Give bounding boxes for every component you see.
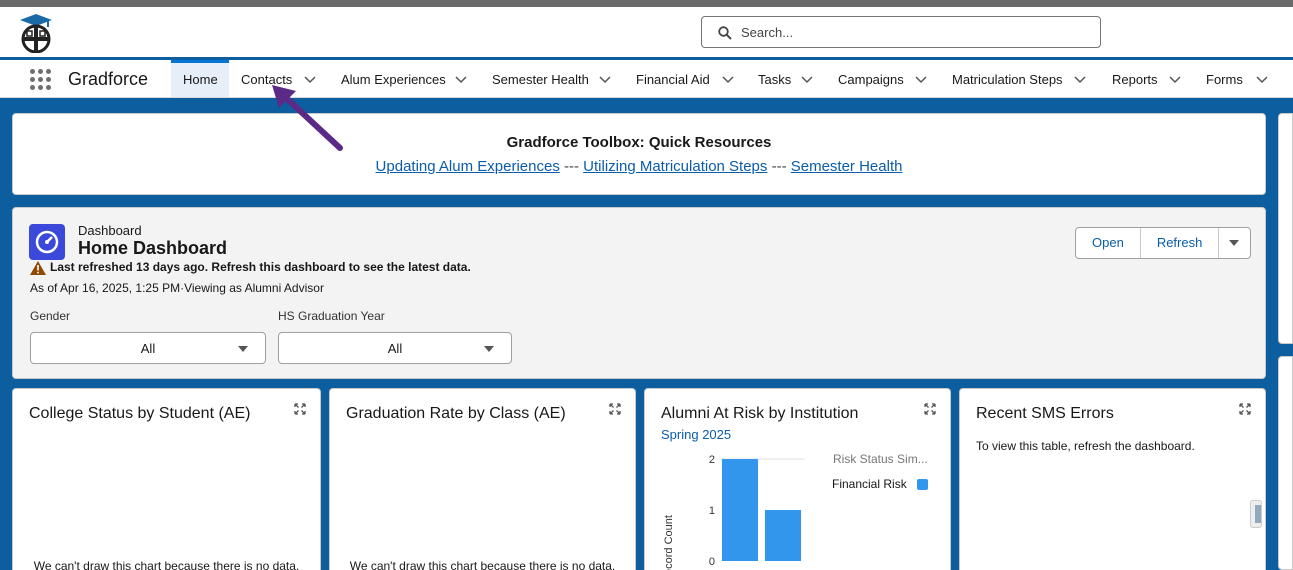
tab-forms[interactable]: Forms — [1206, 60, 1286, 97]
dropdown-triangle-icon — [1229, 240, 1240, 246]
global-search[interactable]: Search... — [701, 16, 1101, 48]
no-data-message: We can't draw this chart because there i… — [33, 559, 300, 570]
tab-label: Home — [183, 72, 218, 87]
expand-icon[interactable] — [294, 403, 306, 415]
gradforce-logo-icon[interactable] — [18, 13, 54, 54]
as-of-text: As of Apr 16, 2025, 1:25 PM·Viewing as A… — [30, 281, 324, 295]
tab-label: Semester Health — [492, 72, 589, 87]
tab-label: Tasks — [758, 72, 792, 87]
y-tick-label: 2 — [709, 454, 715, 466]
app-name: Gradforce — [68, 69, 149, 89]
open-button[interactable]: Open — [1076, 228, 1141, 258]
widget-title: Recent SMS Errors — [976, 405, 1114, 422]
tab-campaigns[interactable]: Campaigns — [838, 60, 933, 97]
panel-collapse-handle[interactable] — [1250, 500, 1262, 528]
more-actions-button[interactable] — [1219, 228, 1250, 258]
toolbox-title: Gradforce Toolbox: Quick Resources — [506, 134, 772, 151]
link-separator: --- — [767, 158, 791, 175]
tab-label: Campaigns — [838, 72, 904, 87]
dashboard-actions: Open Refresh — [1075, 227, 1252, 259]
widget-subtitle: Spring 2025 — [661, 427, 732, 442]
alumni-risk-chart: Record Count Risk Status Sim... Financia… — [663, 452, 928, 570]
select-value: All — [140, 341, 156, 356]
top-stripe — [0, 0, 1293, 7]
y-tick-label: 1 — [709, 505, 715, 517]
link-separator: --- — [559, 158, 584, 175]
expand-icon[interactable] — [609, 403, 621, 415]
chevron-down-icon[interactable] — [455, 73, 467, 85]
legend-swatch — [917, 479, 928, 490]
chevron-down-icon[interactable] — [1169, 73, 1181, 85]
table-refresh-message: To view this table, refresh the dashboar… — [976, 439, 1195, 453]
tab-alum-experiences[interactable]: Alum Experiences — [341, 60, 471, 97]
refresh-warning: Last refreshed 13 days ago. Refresh this… — [50, 260, 471, 274]
expand-icon[interactable] — [1239, 403, 1251, 415]
dashboard-label: Dashboard — [78, 223, 142, 238]
widget-graduation-rate: Graduation Rate by Class (AE) We can't d… — [329, 388, 636, 570]
dropdown-triangle-icon — [484, 346, 494, 352]
widget-alumni-at-risk: Alumni At Risk by Institution Spring 202… — [644, 388, 951, 570]
toolbox-links: Updating Alum Experiences --- Utilizing … — [13, 158, 1265, 175]
hs-graduation-year-filter-select[interactable]: All — [278, 332, 512, 364]
search-icon — [718, 26, 732, 40]
widget-recent-sms-errors: Recent SMS Errors To view this table, re… — [959, 388, 1266, 570]
chevron-down-icon[interactable] — [599, 73, 611, 85]
legend-series-label: Financial Risk — [832, 477, 908, 491]
legend-title: Risk Status Sim... — [833, 452, 928, 466]
warning-icon — [30, 261, 46, 275]
navigation-bar: Gradforce Home Contacts Alum Experiences… — [0, 60, 1293, 98]
side-panel-top — [1278, 113, 1293, 344]
dashboard-header: Dashboard Home Dashboard Last refreshed … — [12, 207, 1266, 379]
select-value: All — [387, 341, 403, 356]
tab-matriculation-steps[interactable]: Matriculation Steps — [952, 60, 1092, 97]
filter-label-gender: Gender — [30, 309, 71, 323]
dashboard-gauge-icon — [29, 224, 65, 260]
side-panel-bottom — [1278, 356, 1293, 570]
annotation-arrow-icon — [272, 85, 343, 151]
search-placeholder: Search... — [741, 25, 794, 40]
link-utilizing-matriculation-steps[interactable]: Utilizing Matriculation Steps — [583, 158, 767, 175]
tab-semester-health[interactable]: Semester Health — [492, 60, 617, 97]
link-semester-health[interactable]: Semester Health — [791, 158, 903, 175]
chevron-down-icon[interactable] — [722, 73, 734, 85]
bar — [765, 510, 801, 561]
widget-title: Graduation Rate by Class (AE) — [346, 405, 566, 422]
tab-tasks[interactable]: Tasks — [758, 60, 818, 97]
gender-filter-select[interactable]: All — [30, 332, 266, 364]
link-updating-alum-experiences[interactable]: Updating Alum Experiences — [376, 158, 560, 175]
chevron-down-icon[interactable] — [801, 73, 813, 85]
widget-college-status: College Status by Student (AE) We can't … — [12, 388, 321, 570]
tab-label: Financial Aid — [636, 72, 710, 87]
tab-label: Matriculation Steps — [952, 72, 1063, 87]
tab-home[interactable]: Home — [171, 60, 229, 97]
no-data-message: We can't draw this chart because there i… — [349, 559, 616, 570]
bar — [722, 459, 758, 561]
widget-title: Alumni At Risk by Institution — [661, 405, 859, 422]
global-header: Search... — [0, 7, 1293, 57]
y-axis-label: Record Count — [663, 515, 675, 570]
dashboard-title: Home Dashboard — [78, 238, 228, 258]
chevron-down-icon[interactable] — [915, 73, 927, 85]
chevron-down-icon[interactable] — [1256, 73, 1268, 85]
y-tick-label: 0 — [709, 556, 715, 568]
dropdown-triangle-icon — [238, 346, 248, 352]
tab-financial-aid[interactable]: Financial Aid — [636, 60, 741, 97]
refresh-button[interactable]: Refresh — [1141, 228, 1220, 258]
expand-icon[interactable] — [924, 403, 936, 415]
filter-label-hs-graduation-year: HS Graduation Year — [278, 309, 385, 323]
toolbox-card: Gradforce Toolbox: Quick Resources Updat… — [12, 113, 1266, 195]
widget-title: College Status by Student (AE) — [29, 405, 251, 422]
tab-label: Forms — [1206, 72, 1243, 87]
app-launcher-icon[interactable] — [30, 69, 51, 90]
tab-reports[interactable]: Reports — [1112, 60, 1187, 97]
chevron-down-icon[interactable] — [1074, 73, 1086, 85]
tab-label: Reports — [1112, 72, 1158, 87]
tab-label: Alum Experiences — [341, 72, 446, 87]
